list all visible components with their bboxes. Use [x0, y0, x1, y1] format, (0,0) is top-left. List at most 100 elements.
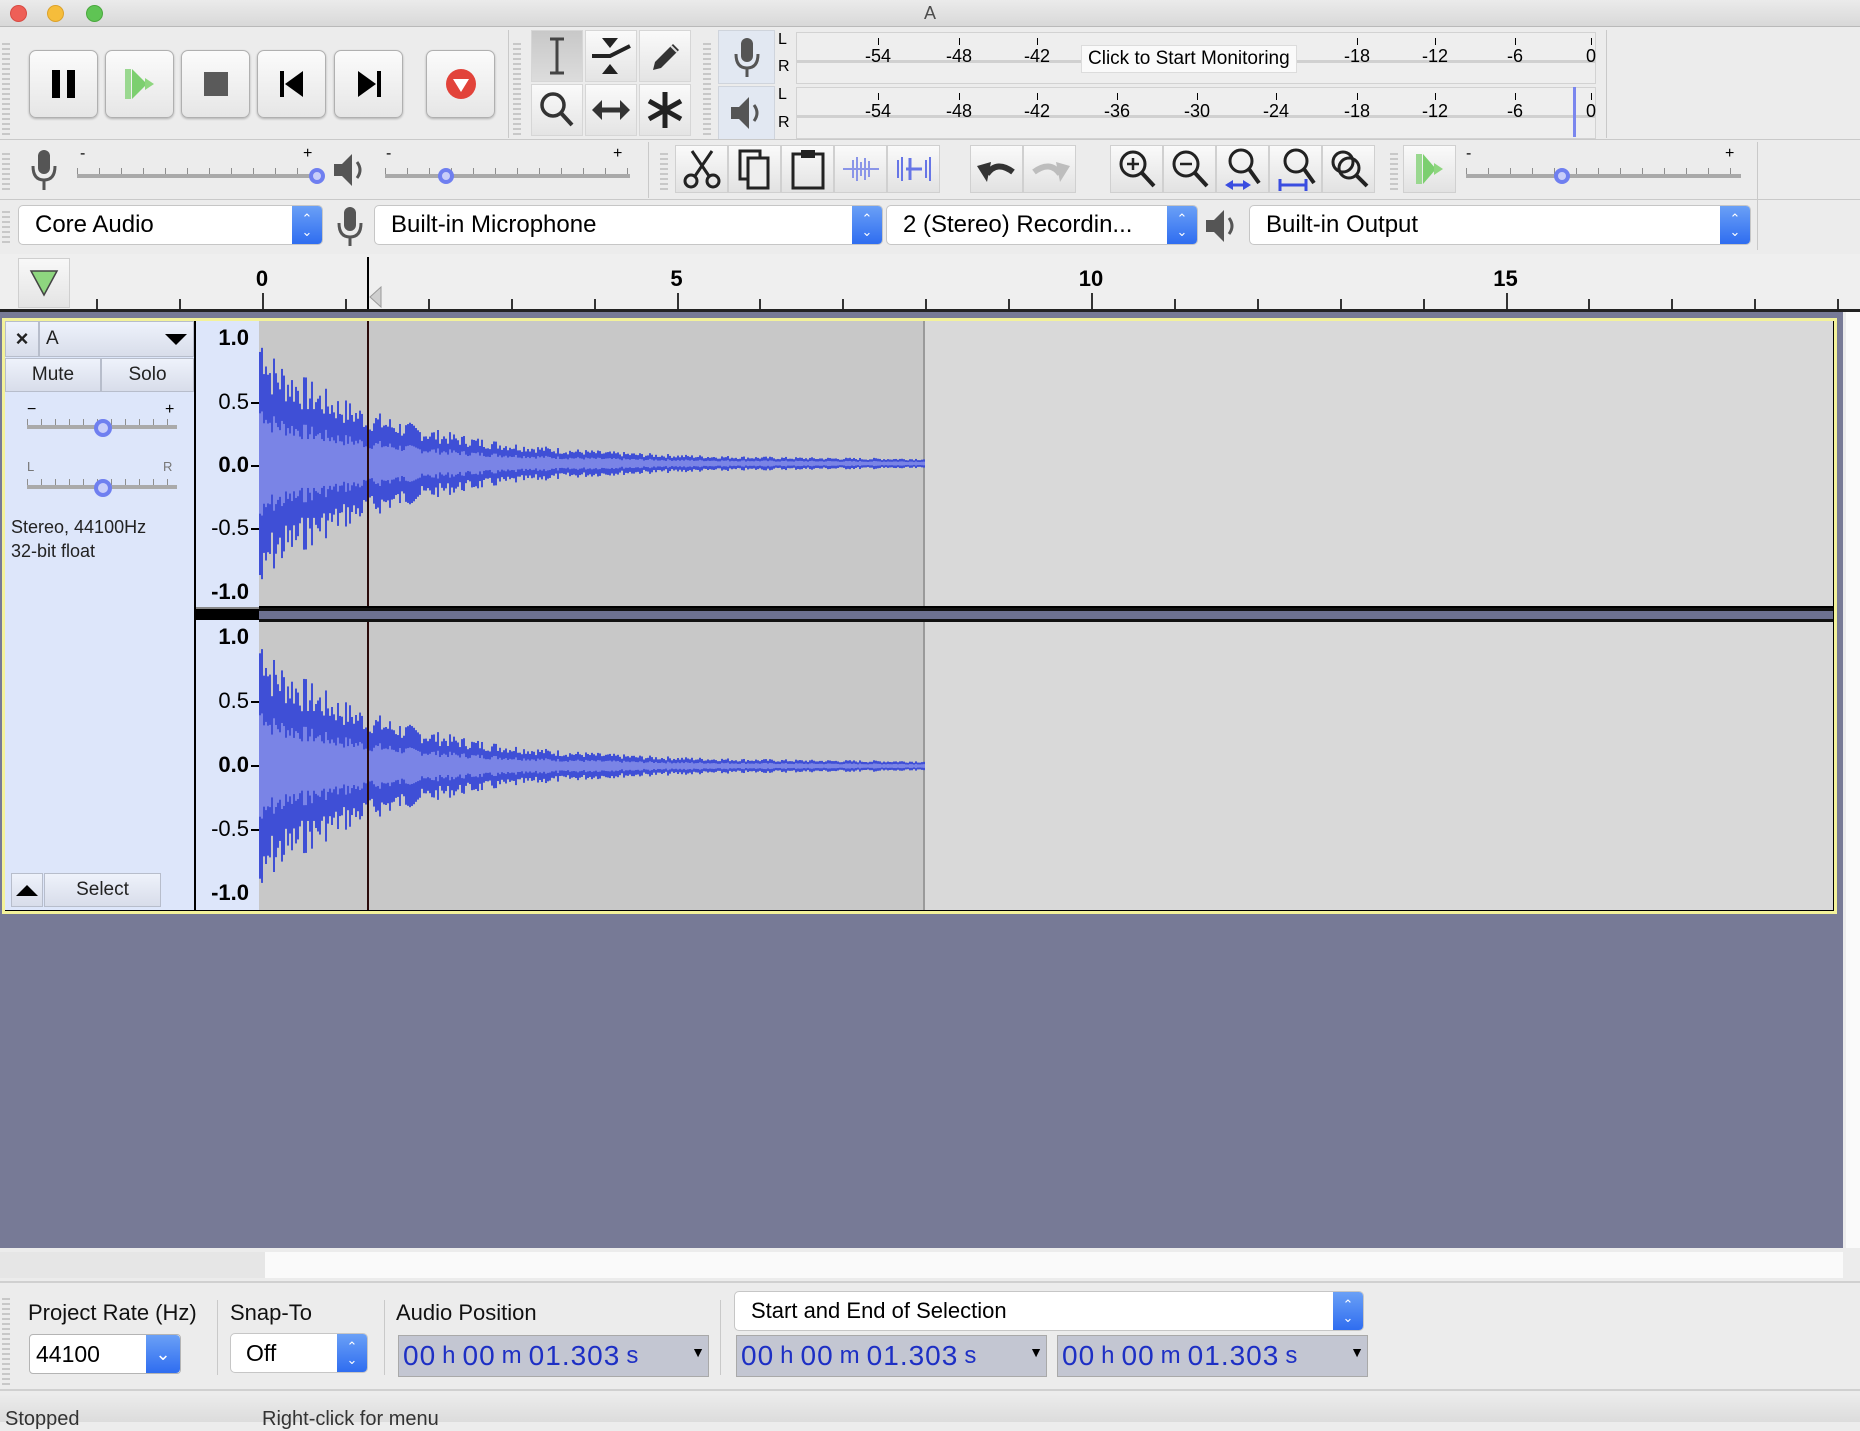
selection-mode-select[interactable]: Start and End of Selection ⌃ ⌄ — [734, 1291, 1364, 1331]
timeline-ruler[interactable]: 0 5 10 15 — [0, 254, 1860, 312]
record-volume-slider[interactable] — [77, 174, 317, 178]
pause-icon — [51, 70, 75, 98]
minutes-value[interactable]: 00 — [801, 1340, 834, 1372]
skip-to-end-button[interactable] — [334, 50, 403, 118]
project-rate-combo[interactable]: 44100 ⌄ — [29, 1334, 181, 1374]
hours-value[interactable]: 00 — [741, 1340, 774, 1372]
toolbar-grip[interactable] — [513, 40, 521, 135]
ruler-tick — [1837, 299, 1840, 309]
record-volume-thumb[interactable] — [309, 168, 325, 184]
speaker-icon — [730, 97, 758, 129]
record-meter-button[interactable] — [718, 30, 775, 84]
toolbar-grip[interactable] — [660, 150, 668, 190]
record-meter[interactable]: -54 -48 -42 Click to Start Monitoring -1… — [796, 32, 1596, 84]
selection-end-field[interactable]: 00 h 00 m 01.303 s ▼ — [1057, 1335, 1368, 1377]
audio-host-select[interactable]: Core Audio ⌃ ⌄ — [18, 205, 323, 245]
audio-position-field[interactable]: 00 h 00 m 01.303 s ▼ — [398, 1335, 709, 1377]
seconds-value[interactable]: 01.303 — [867, 1340, 959, 1372]
zoom-toggle-button[interactable] — [1322, 145, 1375, 193]
draw-tool-button[interactable] — [639, 30, 691, 82]
meter-tick: -54 — [864, 93, 892, 121]
horizontal-scrollbar-thumb[interactable] — [265, 1252, 1843, 1278]
audio-position-label: Audio Position — [396, 1300, 537, 1325]
record-button[interactable] — [426, 50, 495, 118]
select-track-button[interactable]: Select — [44, 873, 161, 907]
minutes-value[interactable]: 00 — [1122, 1340, 1155, 1372]
edit-cursor — [367, 321, 369, 606]
playback-meter-button[interactable] — [718, 86, 775, 140]
asterisk-icon — [647, 92, 683, 128]
toolbar-grip[interactable] — [2, 150, 10, 190]
cut-button[interactable] — [675, 145, 728, 193]
title-bar: A — [0, 0, 1860, 27]
edit-cursor — [367, 622, 369, 910]
play-speed-thumb[interactable] — [1554, 168, 1571, 184]
play-at-speed-button[interactable] — [1403, 145, 1456, 193]
track-menu-button[interactable]: A — [39, 321, 194, 357]
output-device-select[interactable]: Built-in Output ⌃ ⌄ — [1249, 205, 1751, 245]
i-beam-icon — [550, 37, 564, 75]
mute-button[interactable]: Mute — [5, 358, 101, 392]
ruler-tick — [1754, 299, 1757, 309]
start-monitoring-button[interactable]: Click to Start Monitoring — [1081, 45, 1297, 73]
playback-volume-thumb[interactable] — [438, 168, 455, 184]
collapse-track-button[interactable] — [11, 873, 43, 907]
time-shift-tool-button[interactable] — [585, 84, 637, 136]
solo-button[interactable]: Solo — [101, 358, 194, 392]
channel-separator[interactable] — [259, 608, 1833, 622]
toolbar-grip[interactable] — [2, 1295, 10, 1385]
zoom-out-button[interactable] — [1163, 145, 1216, 193]
input-device-select[interactable]: Built-in Microphone ⌃ ⌄ — [374, 205, 883, 245]
fit-selection-button[interactable] — [1216, 145, 1269, 193]
copy-button[interactable] — [728, 145, 781, 193]
selection-start-field[interactable]: 00 h 00 m 01.303 s ▼ — [736, 1335, 1047, 1377]
waveform-left-channel[interactable] — [259, 321, 1833, 606]
waveform-right-channel[interactable] — [259, 622, 1833, 910]
minutes-value[interactable]: 00 — [463, 1340, 496, 1372]
ruler-tick — [676, 293, 679, 309]
format-dropdown-icon[interactable]: ▼ — [691, 1344, 706, 1360]
paste-button[interactable] — [781, 145, 834, 193]
chevron-down-icon[interactable]: ⌄ — [146, 1335, 180, 1373]
input-channels-select[interactable]: 2 (Stereo) Recordin... ⌃ ⌄ — [886, 205, 1198, 245]
toolbar-grip[interactable] — [2, 208, 10, 244]
zoom-in-button[interactable] — [1110, 145, 1163, 193]
toolbar-grip[interactable] — [703, 40, 711, 135]
pause-button[interactable] — [29, 50, 98, 118]
redo-button[interactable] — [1023, 145, 1076, 193]
vertical-scrollbar[interactable] — [1846, 312, 1860, 1248]
toolbar-grip[interactable] — [1390, 150, 1398, 190]
timeline-options-button[interactable] — [18, 258, 70, 308]
vertical-ruler-left-channel[interactable]: 1.0 0.5 0.0 -0.5 -1.0 — [196, 321, 259, 609]
undo-button[interactable] — [970, 145, 1023, 193]
toolbar-grip[interactable] — [2, 40, 10, 135]
amplitude-tick — [251, 401, 259, 404]
playback-volume-slider[interactable] — [385, 174, 630, 178]
play-speed-slider[interactable] — [1466, 174, 1741, 178]
play-button[interactable] — [105, 50, 174, 118]
seconds-value[interactable]: 01.303 — [1188, 1340, 1280, 1372]
format-dropdown-icon[interactable]: ▼ — [1029, 1344, 1044, 1360]
copy-icon — [738, 149, 769, 190]
vertical-ruler-right-channel[interactable]: 1.0 0.5 0.0 -0.5 -1.0 — [196, 620, 259, 910]
snap-to-select[interactable]: Off ⌃ ⌄ — [230, 1333, 368, 1373]
seconds-value[interactable]: 01.303 — [529, 1340, 621, 1372]
track-close-button[interactable]: × — [5, 321, 39, 357]
skip-to-start-button[interactable] — [257, 50, 326, 118]
zoom-tool-button[interactable] — [531, 84, 583, 136]
multi-tool-button[interactable] — [639, 84, 691, 136]
ruler-tick — [1256, 299, 1259, 309]
stop-button[interactable] — [181, 50, 250, 118]
envelope-tool-button[interactable] — [585, 30, 637, 82]
silence-audio-button[interactable] — [887, 145, 940, 193]
fit-project-button[interactable] — [1269, 145, 1322, 193]
trim-audio-button[interactable] — [834, 145, 887, 193]
playback-meter[interactable]: -54 -48 -42 -36 -30 -24 -18 -12 -6 0 — [796, 87, 1596, 139]
gain-thumb[interactable] — [94, 419, 112, 437]
play-head-marker-icon[interactable] — [369, 286, 383, 308]
selection-tool-button[interactable] — [531, 30, 583, 82]
hours-value[interactable]: 00 — [403, 1340, 436, 1372]
format-dropdown-icon[interactable]: ▼ — [1350, 1344, 1365, 1360]
pan-thumb[interactable] — [94, 479, 112, 497]
hours-value[interactable]: 00 — [1062, 1340, 1095, 1372]
